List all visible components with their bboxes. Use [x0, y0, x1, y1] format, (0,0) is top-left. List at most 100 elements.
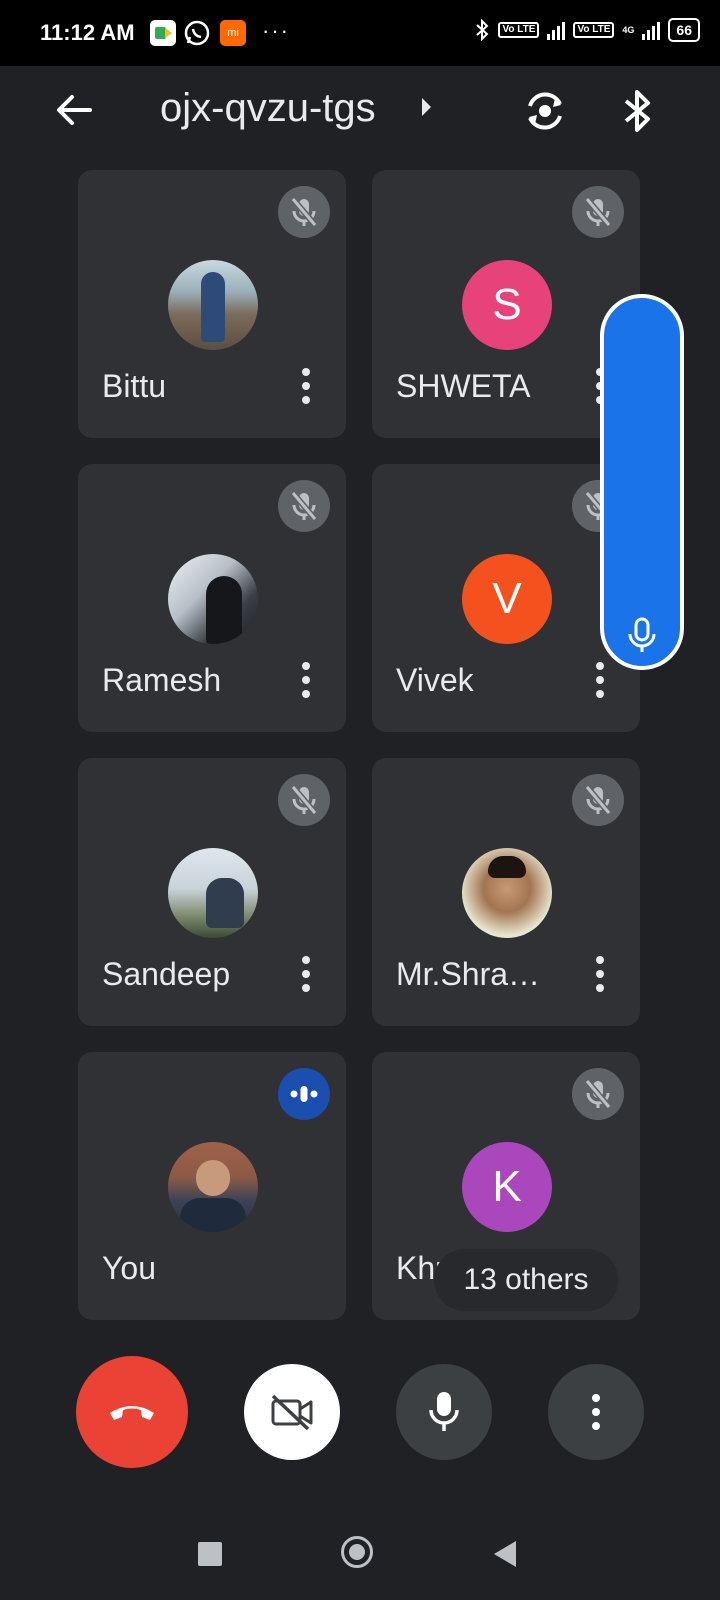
bluetooth-status-icon	[476, 19, 489, 41]
whatsapp-icon	[184, 20, 210, 46]
participant-name: Vivek	[396, 662, 474, 698]
more-dot	[302, 956, 310, 964]
participant-more-button[interactable]	[590, 662, 610, 702]
face-shape	[196, 1160, 230, 1196]
participant-more-button[interactable]	[296, 368, 316, 408]
mic-off-badge	[278, 186, 330, 238]
volte-badge-1: Vo LTE	[498, 22, 540, 38]
participant-avatar-photo	[462, 848, 552, 938]
signal-strength-2-icon	[642, 20, 661, 40]
participant-tile-you[interactable]: You	[78, 1052, 346, 1320]
more-dot	[596, 970, 604, 978]
more-dot	[302, 690, 310, 698]
participant-avatar-photo	[168, 848, 258, 938]
participant-tile-mr-shra[interactable]: Mr.Shra…	[372, 758, 640, 1026]
meeting-details-arrow-icon[interactable]	[422, 98, 431, 116]
participant-more-button[interactable]	[296, 662, 316, 702]
system-navigation-bar	[0, 1510, 720, 1600]
avatar-letter: K	[492, 1162, 522, 1211]
status-indicators: Vo LTE Vo LTE 4G 66	[474, 18, 700, 42]
signal-strength-1-icon	[547, 20, 566, 40]
participant-name: Bittu	[102, 368, 167, 404]
speaking-indicator-badge	[278, 1068, 330, 1120]
more-dot	[596, 662, 604, 670]
meet-call-screen: 11:12 AM mi ··· Vo LTE Vo LTE 4G 66 ojx-…	[0, 0, 720, 1600]
switch-camera-button[interactable]	[520, 86, 570, 136]
hair-shape	[488, 856, 526, 878]
home-button-icon[interactable]	[341, 1536, 373, 1568]
more-dot	[302, 662, 310, 670]
avatar-letter: V	[492, 574, 522, 623]
more-dot	[302, 676, 310, 684]
mic-off-badge	[278, 774, 330, 826]
recents-button-icon[interactable]	[198, 1542, 222, 1566]
mic-off-badge	[572, 1068, 624, 1120]
person-figure	[206, 576, 242, 644]
google-meet-icon	[150, 20, 176, 46]
network-type-label: 4G	[622, 25, 635, 35]
participant-name: Ramesh	[102, 662, 222, 698]
mic-off-icon	[290, 197, 318, 227]
more-dot	[302, 984, 310, 992]
avatar-letter: S	[492, 280, 522, 329]
more-dot	[302, 368, 310, 376]
call-header: ojx-qvzu-tgs	[0, 66, 720, 156]
mic-off-icon	[584, 785, 612, 815]
back-arrow-icon	[57, 95, 92, 125]
participant-avatar-photo	[168, 554, 258, 644]
person-figure	[201, 272, 225, 342]
participant-tile-sandeep[interactable]: Sandeep	[78, 758, 346, 1026]
mic-off-badge	[572, 186, 624, 238]
participant-avatar-letter: V	[462, 554, 552, 644]
participant-avatar-letter: S	[462, 260, 552, 350]
more-options-button[interactable]	[548, 1364, 644, 1460]
mic-off-icon	[290, 491, 318, 521]
call-end-icon	[110, 1406, 154, 1420]
meeting-code-title[interactable]: ojx-qvzu-tgs	[160, 86, 376, 131]
battery-indicator: 66	[668, 18, 700, 42]
participant-more-button[interactable]	[296, 956, 316, 996]
back-button-icon[interactable]	[494, 1541, 516, 1567]
volte-badge-2: Vo LTE	[573, 22, 615, 38]
mic-off-icon	[584, 197, 612, 227]
camera-toggle-button[interactable]	[244, 1364, 340, 1460]
mi-icon: mi	[220, 20, 246, 46]
mic-off-badge	[572, 774, 624, 826]
status-bar: 11:12 AM mi ··· Vo LTE Vo LTE 4G 66	[0, 0, 720, 66]
switch-camera-icon	[528, 92, 562, 130]
end-call-button[interactable]	[76, 1356, 188, 1468]
mic-off-icon	[584, 1079, 612, 1109]
participant-more-button[interactable]	[590, 956, 610, 996]
more-dot	[596, 676, 604, 684]
participant-tile-bittu[interactable]: Bittu	[78, 170, 346, 438]
back-button[interactable]	[50, 86, 98, 134]
participant-name: Mr.Shra…	[396, 956, 541, 992]
mic-off-badge	[278, 480, 330, 532]
bluetooth-icon	[624, 90, 650, 132]
mic-off-icon	[290, 785, 318, 815]
mic-icon	[429, 1392, 459, 1431]
jacket-shape	[180, 1198, 246, 1232]
others-count-chip[interactable]: 13 others	[434, 1249, 618, 1311]
person-figure	[206, 878, 244, 928]
audio-output-button[interactable]	[616, 86, 660, 136]
status-time: 11:12 AM	[40, 20, 135, 45]
more-dot	[302, 382, 310, 390]
camera-off-icon	[271, 1394, 313, 1431]
participant-avatar-letter: K	[462, 1142, 552, 1232]
participant-tile-ramesh[interactable]: Ramesh	[78, 464, 346, 732]
participant-name: You	[102, 1250, 156, 1286]
participant-name: Sandeep	[102, 956, 231, 992]
more-vert-icon	[592, 1394, 600, 1430]
more-dot	[596, 956, 604, 964]
overflow-notifications-icon: ···	[262, 18, 290, 43]
more-dot	[596, 984, 604, 992]
audio-level-icon	[290, 1086, 318, 1102]
more-dot	[302, 970, 310, 978]
mic-outline-icon	[628, 617, 656, 652]
microphone-toggle-button[interactable]	[396, 1364, 492, 1460]
more-dot	[302, 396, 310, 404]
participant-avatar-photo	[168, 260, 258, 350]
floating-mic-panel[interactable]	[600, 294, 684, 670]
more-dot	[596, 690, 604, 698]
